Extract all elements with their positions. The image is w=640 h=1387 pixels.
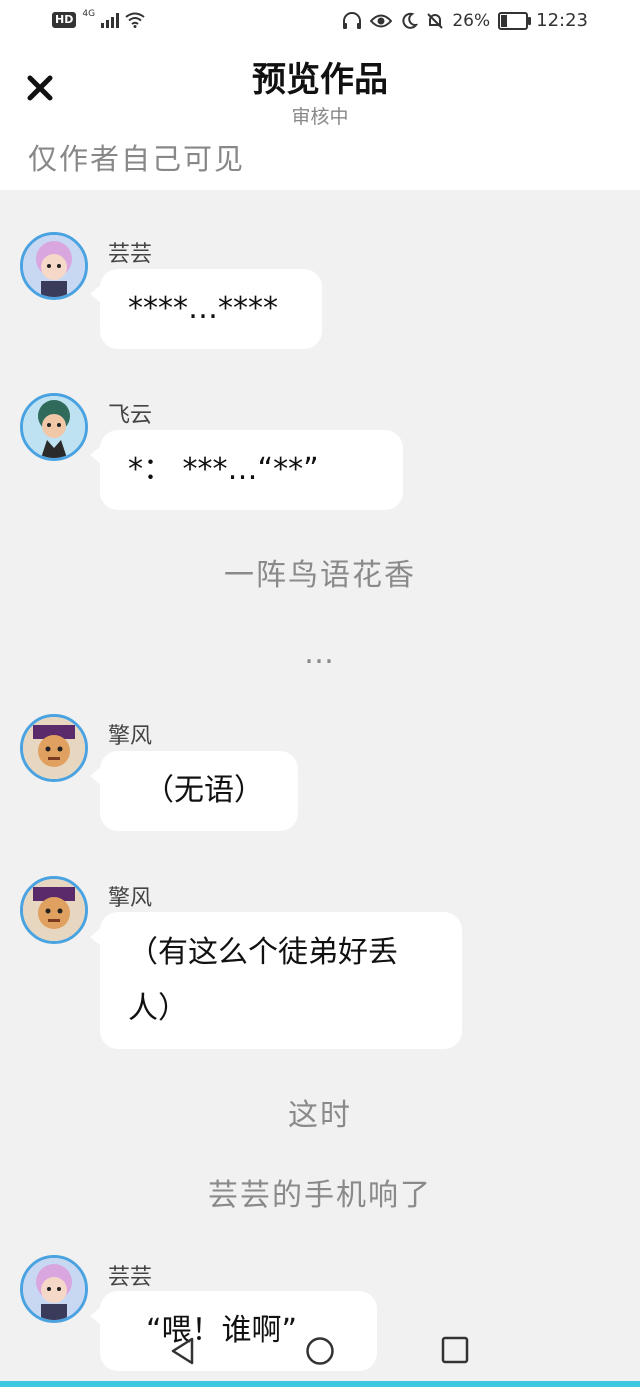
recents-square-icon (441, 1336, 469, 1364)
narration-text: 这时 (288, 1098, 352, 1133)
clock: 12:23 (536, 10, 588, 31)
review-status: 审核中 (291, 106, 349, 128)
visibility-note: 仅作者自己可见 (28, 142, 246, 176)
status-right: 26% 12:23 (342, 10, 588, 31)
recents-button[interactable] (441, 1336, 469, 1368)
eye-icon (370, 14, 393, 27)
feiyun-avatar[interactable] (20, 393, 88, 461)
signal-icon (101, 12, 120, 28)
top-panel: HD 4G 26% 12:23 预览作品 审核中 仅作者自己可见 (0, 0, 640, 190)
page-title: 预览作品 (252, 60, 388, 100)
battery-percent: 26% (452, 10, 491, 31)
sender-name: 芸芸 (108, 242, 153, 267)
hd-badge: HD (52, 12, 77, 28)
home-button[interactable] (305, 1336, 335, 1370)
back-triangle-icon (171, 1337, 194, 1365)
sender-name: 擎风 (108, 886, 153, 911)
qingfeng-avatar[interactable] (20, 714, 88, 782)
narration-text: 一阵鸟语花香 (224, 558, 416, 593)
wifi-icon (125, 12, 145, 28)
bell-off-icon (427, 12, 444, 29)
message-bubble: （无语） (90, 751, 298, 831)
qingfeng-avatar[interactable] (20, 876, 88, 944)
home-circle-icon (306, 1337, 334, 1365)
message-bubble: ****…**** (90, 269, 322, 349)
moon-icon (402, 12, 419, 29)
status-left: HD 4G (52, 9, 145, 28)
battery-icon (498, 11, 532, 30)
message-bubble: （有这么个徒弟好丢人） (90, 912, 462, 1049)
yunyun-avatar[interactable] (20, 1255, 88, 1323)
sender-name: 芸芸 (108, 1265, 153, 1290)
sender-name: 擎风 (108, 724, 153, 749)
narration-text: … (304, 636, 336, 671)
sender-name: 飞云 (108, 403, 153, 428)
network-type: 4G (82, 9, 96, 19)
status-bar: HD 4G 26% 12:23 (0, 0, 640, 46)
accent-bar (0, 1381, 640, 1387)
narration-text: 芸芸的手机响了 (208, 1178, 432, 1213)
message-bubble: *： ***…“**” (90, 430, 403, 510)
back-button[interactable] (168, 1336, 198, 1370)
yunyun-avatar[interactable] (20, 232, 88, 300)
system-nav-bar (0, 1322, 640, 1380)
headphones-icon (343, 11, 362, 29)
